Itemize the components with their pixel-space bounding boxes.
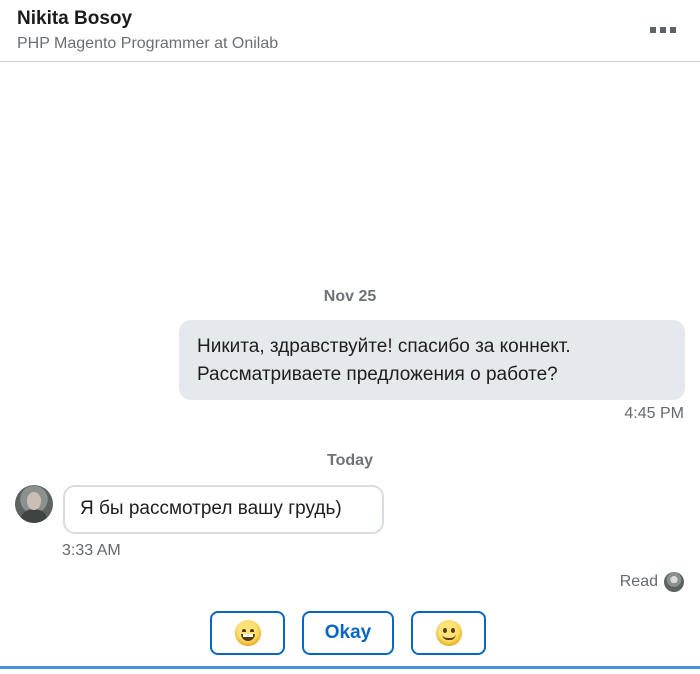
quick-reply-grinning-button[interactable] — [210, 611, 285, 655]
read-receipt-label: Read — [619, 573, 658, 590]
messaging-window: Nikita Bosoy PHP Magento Programmer at O… — [0, 0, 700, 674]
date-separator: Nov 25 — [323, 288, 377, 305]
avatar-face-shape — [27, 492, 41, 510]
contact-name[interactable]: Nikita Bosoy — [17, 8, 132, 30]
message-text-line: Никита, здравствуйте! спасибо за коннект… — [197, 336, 571, 357]
more-options-button[interactable] — [646, 20, 680, 40]
avatar[interactable] — [15, 485, 53, 523]
read-receipt-avatar-icon — [664, 572, 684, 592]
smiling-face-icon — [435, 620, 462, 646]
message-timestamp: 3:33 AM — [62, 542, 121, 559]
avatar-body-shape — [21, 509, 47, 523]
message-timestamp: 4:45 PM — [624, 405, 684, 422]
more-dots-icon — [650, 27, 656, 33]
read-receipt: Read — [620, 571, 684, 593]
contact-headline: PHP Magento Programmer at Onilab — [17, 35, 279, 52]
incoming-message-bubble: Я бы рассмотрел вашу грудь) — [63, 485, 384, 534]
quick-reply-smiling-button[interactable] — [411, 611, 486, 655]
composer-divider — [0, 666, 700, 669]
date-separator: Today — [327, 452, 373, 469]
more-dots-icon — [670, 27, 676, 33]
quick-reply-okay-button[interactable]: Okay — [302, 611, 394, 655]
conversation-header: Nikita Bosoy PHP Magento Programmer at O… — [0, 0, 700, 62]
grinning-face-icon — [234, 620, 261, 646]
message-text-line: Рассматриваете предложения о работе? — [197, 364, 558, 385]
more-dots-icon — [660, 27, 666, 33]
quick-replies: Okay — [0, 611, 700, 655]
outgoing-message-bubble: Никита, здравствуйте! спасибо за коннект… — [179, 320, 685, 400]
